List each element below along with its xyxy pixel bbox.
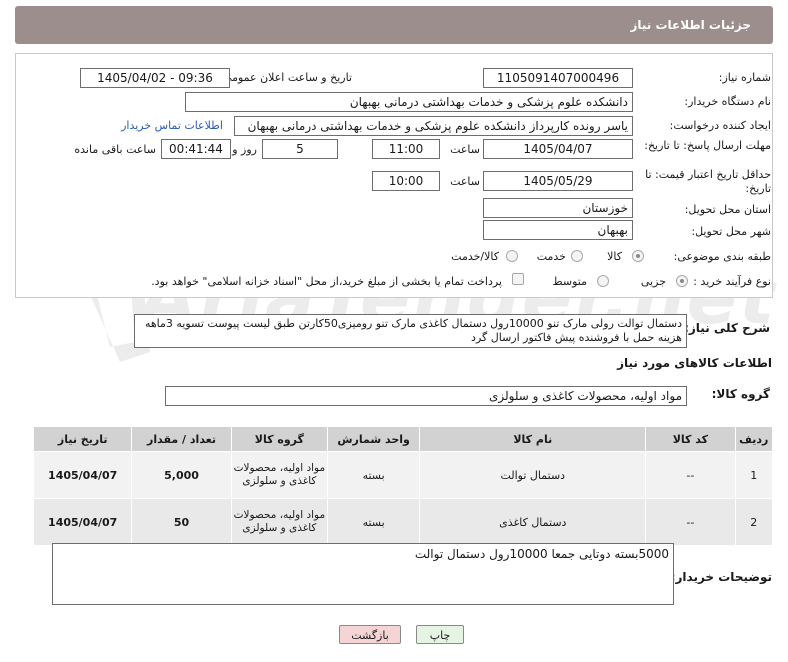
creator-label: ایجاد کننده درخواست: xyxy=(669,119,771,132)
cell-code: -- xyxy=(645,498,736,546)
page-header: جزئیات اطلاعات نیاز xyxy=(15,6,773,44)
deadline-label-text: مهلت ارسال پاسخ: تا تاریخ: xyxy=(644,139,771,152)
page-title: جزئیات اطلاعات نیاز xyxy=(630,18,751,32)
cell-name: دستمال کاغذی xyxy=(419,498,647,546)
deadline-label: مهلت ارسال پاسخ: تا تاریخ: xyxy=(641,139,771,153)
goods-section-title: اطلاعات کالاهای مورد نیاز xyxy=(617,356,772,370)
remaining-label: ساعت باقی مانده xyxy=(74,143,156,156)
buyer-notes-label: توضیحات خریدار: xyxy=(670,570,772,584)
process-option-minor: جزیی xyxy=(640,275,666,288)
back-button[interactable]: بازگشت xyxy=(339,625,401,644)
buyer-org-label: نام دستگاه خریدار: xyxy=(684,95,771,108)
process-radio-minor[interactable] xyxy=(676,275,688,287)
category-radio-service[interactable] xyxy=(571,250,583,262)
buyer-contact-link[interactable]: اطلاعات تماس خریدار xyxy=(121,119,223,132)
goods-group-field[interactable]: مواد اولیه، محصولات کاغذی و سلولزی xyxy=(165,386,687,406)
description-label: شرح کلی نیاز: xyxy=(684,321,770,335)
announce-field[interactable]: 1405/04/02 - 09:36 xyxy=(80,68,230,88)
buyer-notes-text: 5000بسته دوتایی جمعا 10000رول دستمال توا… xyxy=(414,547,669,561)
goods-group-label: گروه کالا: xyxy=(711,387,770,401)
validity-time-label: ساعت xyxy=(450,175,480,188)
buyer-org-field[interactable]: دانشکده علوم پزشکی و خدمات بهداشتی درمان… xyxy=(185,92,633,112)
deadline-time-label: ساعت xyxy=(450,143,480,156)
category-option-goods: کالا xyxy=(607,250,622,263)
table-row[interactable]: 2 -- دستمال کاغذی بسته مواد اولیه، محصول… xyxy=(32,498,773,546)
cell-row: 1 xyxy=(734,451,773,499)
col-row: ردیف xyxy=(734,426,773,452)
category-radio-goods[interactable] xyxy=(632,250,644,262)
announce-label: تاریخ و ساعت اعلان عمومی: xyxy=(219,71,352,84)
col-unit: واحد شمارش xyxy=(327,426,421,452)
process-option-medium: متوسط xyxy=(552,275,587,288)
deadline-date-field[interactable]: 1405/04/07 xyxy=(483,139,633,159)
print-button[interactable]: چاپ xyxy=(416,625,464,644)
days-label: روز و xyxy=(232,143,257,156)
col-qty: تعداد / مقدار xyxy=(131,426,232,452)
treasury-payment-checkbox[interactable] xyxy=(512,273,524,285)
cell-qty: 50 xyxy=(131,498,232,546)
category-radio-both[interactable] xyxy=(506,250,518,262)
goods-table: ردیف کد کالا نام کالا واحد شمارش گروه کا… xyxy=(32,426,773,546)
cell-name: دستمال توالت xyxy=(419,451,647,499)
creator-field[interactable]: یاسر رونده کارپرداز دانشکده علوم پزشکی و… xyxy=(234,116,633,136)
days-field[interactable]: 5 xyxy=(262,139,338,159)
description-field[interactable]: دستمال توالت رولی مارک تنو 10000رول دستم… xyxy=(134,314,687,348)
cell-group: مواد اولیه، محصولات کاغذی و سلولزی xyxy=(230,498,329,546)
category-label: طبقه بندی موضوعی: xyxy=(673,250,771,263)
province-label: استان محل تحویل: xyxy=(684,203,771,216)
col-date: تاریخ نیاز xyxy=(32,426,133,452)
col-code: کد کالا xyxy=(645,426,736,452)
cell-unit: بسته xyxy=(327,498,421,546)
city-field[interactable]: بهبهان xyxy=(483,220,633,240)
col-name: نام کالا xyxy=(419,426,647,452)
city-label: شهر محل تحویل: xyxy=(691,225,771,238)
treasury-payment-note: پرداخت تمام یا بخشی از مبلغ خرید،از محل … xyxy=(151,275,502,288)
cell-code: -- xyxy=(645,451,736,499)
table-row[interactable]: 1 -- دستمال توالت بسته مواد اولیه، محصول… xyxy=(32,451,773,499)
category-option-service: خدمت xyxy=(536,250,566,263)
cell-qty: 5,000 xyxy=(131,451,232,499)
deadline-time-field[interactable]: 11:00 xyxy=(372,139,440,159)
description-text: دستمال توالت رولی مارک تنو 10000رول دستم… xyxy=(144,317,682,344)
need-number-label: شماره نیاز: xyxy=(718,71,771,84)
validity-time-field[interactable]: 10:00 xyxy=(372,171,440,191)
process-radio-medium[interactable] xyxy=(597,275,609,287)
table-header-row: ردیف کد کالا نام کالا واحد شمارش گروه کا… xyxy=(32,426,773,452)
cell-row: 2 xyxy=(734,498,773,546)
province-field[interactable]: خوزستان xyxy=(483,198,633,218)
buyer-notes-field[interactable]: 5000بسته دوتایی جمعا 10000رول دستمال توا… xyxy=(52,543,674,605)
cell-date: 1405/04/07 xyxy=(32,451,133,499)
category-option-both: کالا/خدمت xyxy=(451,250,499,263)
cell-unit: بسته xyxy=(327,451,421,499)
validity-label-text: حداقل تاریخ اعتبار قیمت: تا تاریخ: xyxy=(645,168,771,195)
col-group: گروه کالا xyxy=(230,426,329,452)
validity-label: حداقل تاریخ اعتبار قیمت: تا تاریخ: xyxy=(641,168,771,196)
validity-date-field[interactable]: 1405/05/29 xyxy=(483,171,633,191)
remaining-time-field[interactable]: 00:41:44 xyxy=(161,139,231,159)
process-label: نوع فرآیند خرید : xyxy=(693,275,771,288)
need-number-field[interactable]: 1105091407000496 xyxy=(483,68,633,88)
cell-date: 1405/04/07 xyxy=(32,498,133,546)
cell-group: مواد اولیه، محصولات کاغذی و سلولزی xyxy=(230,451,329,499)
